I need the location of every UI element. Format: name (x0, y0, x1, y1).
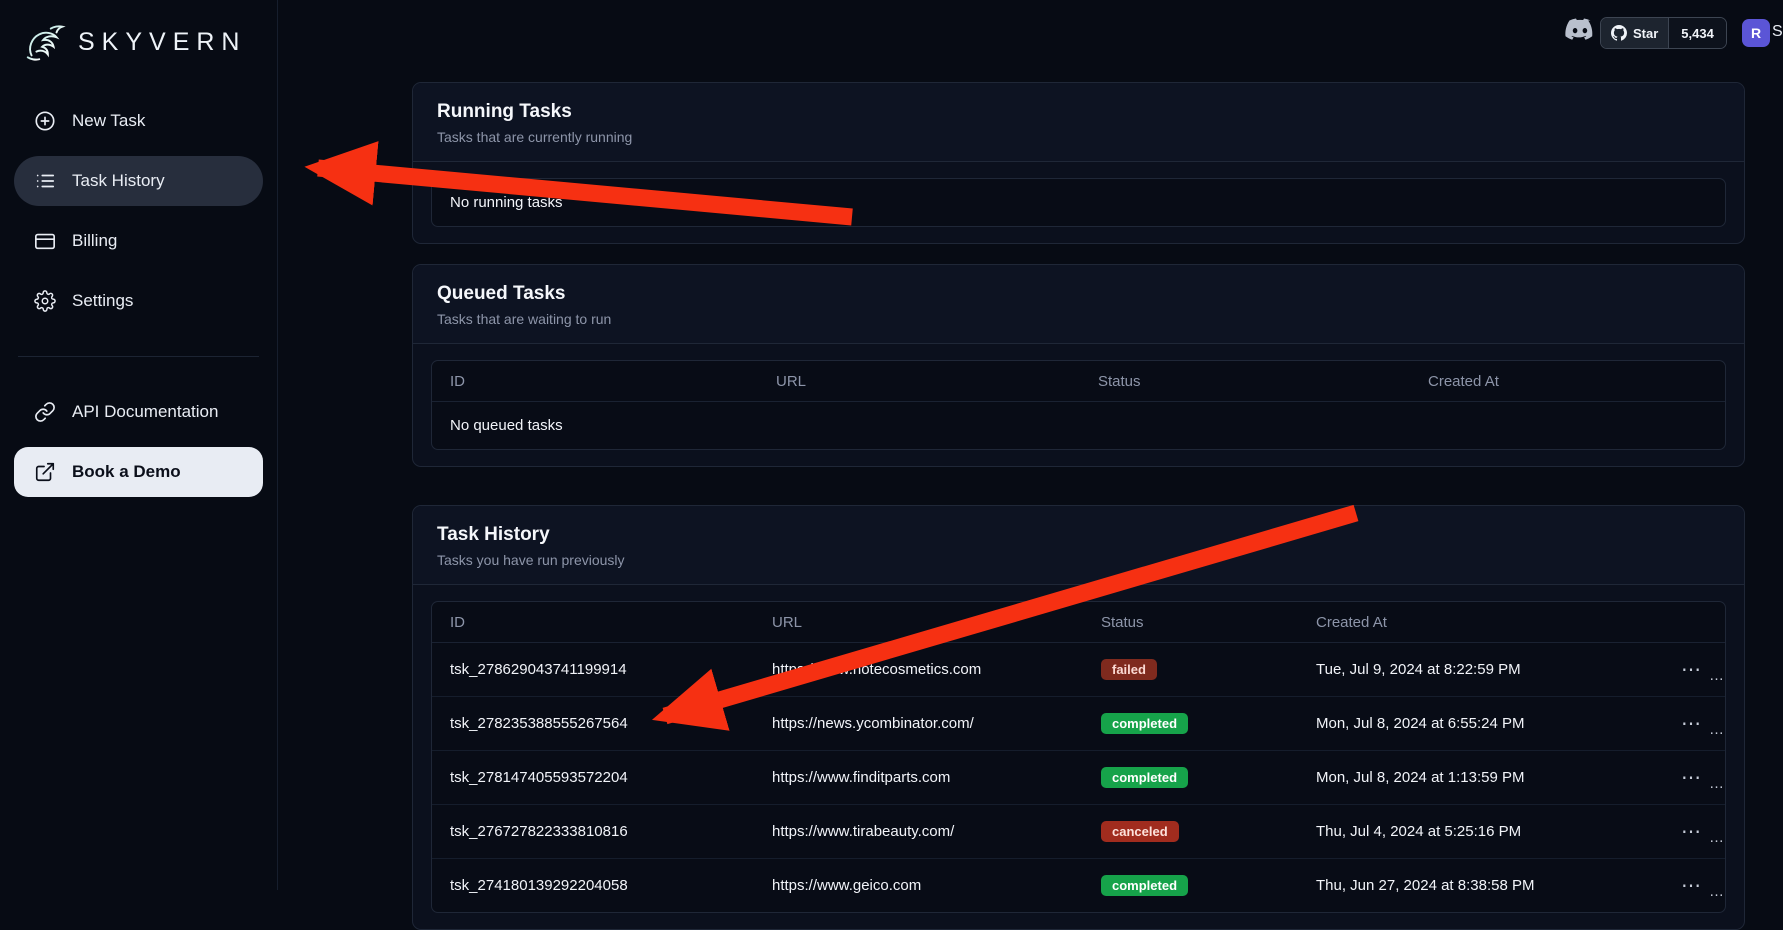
sidebar-item-label: Billing (72, 231, 117, 251)
running-tasks-table: No running tasks (431, 178, 1726, 227)
user-avatar[interactable]: R (1742, 19, 1770, 47)
github-icon (1611, 25, 1627, 41)
column-header-id: ID (432, 373, 758, 390)
card-title: Running Tasks (437, 101, 1720, 123)
row-menu-button[interactable]: ⋯ (1673, 766, 1709, 790)
column-header-status: Status (1080, 373, 1410, 390)
card-title: Task History (437, 524, 1720, 546)
empty-state-text: No queued tasks (432, 402, 1725, 449)
github-star-button[interactable]: Star (1601, 18, 1668, 48)
card-subtitle: Tasks you have run previously (437, 552, 1720, 568)
skyvern-dragon-icon (22, 19, 68, 65)
table-header-row: ID URL Status Created At (432, 602, 1725, 643)
row-menu-button[interactable]: ⋯ (1673, 712, 1709, 736)
sidebar-item-new-task[interactable]: New Task (14, 96, 263, 146)
task-created-at: Thu, Jul 4, 2024 at 5:25:16 PM (1298, 823, 1655, 840)
card-subtitle: Tasks that are currently running (437, 129, 1720, 145)
column-header-status: Status (1083, 614, 1298, 631)
card-subtitle: Tasks that are waiting to run (437, 311, 1720, 327)
sidebar-item-label: New Task (72, 111, 145, 131)
queued-tasks-table: ID URL Status Created At No queued tasks (431, 360, 1726, 450)
sidebar-item-settings[interactable]: Settings (14, 276, 263, 326)
task-history-header: Task History Tasks you have run previous… (413, 506, 1744, 585)
task-created-at: Mon, Jul 8, 2024 at 6:55:24 PM (1298, 715, 1655, 732)
brand-logo[interactable]: SKYVERN (22, 14, 263, 70)
table-row[interactable]: tsk_278629043741199914 https://www.notec… (432, 643, 1725, 697)
task-id: tsk_278147405593572204 (432, 769, 754, 786)
task-created-at: Mon, Jul 8, 2024 at 1:13:59 PM (1298, 769, 1655, 786)
plus-circle-icon (34, 110, 56, 132)
card-title: Queued Tasks (437, 283, 1720, 305)
task-id: tsk_278629043741199914 (432, 661, 754, 678)
topbar: Star 5,434 R S (278, 0, 1783, 64)
status-badge: completed (1101, 713, 1188, 734)
sidebar-item-label: Book a Demo (72, 462, 181, 482)
book-a-demo-button[interactable]: Book a Demo (14, 447, 263, 497)
user-label-truncated: S (1772, 23, 1783, 41)
status-badge: failed (1101, 659, 1157, 680)
table-row[interactable]: tsk_276727822333810816 https://www.tirab… (432, 805, 1725, 859)
empty-state-text: No running tasks (432, 179, 1725, 226)
row-menu-button[interactable]: ⋯ (1673, 820, 1709, 844)
running-tasks-card: Running Tasks Tasks that are currently r… (412, 82, 1745, 244)
external-link-icon (34, 461, 56, 483)
sidebar-item-label: Settings (72, 291, 133, 311)
column-header-url: URL (754, 614, 1083, 631)
brand-name: SKYVERN (78, 28, 246, 57)
task-url: https://www.geico.com (754, 877, 1083, 894)
gear-icon (34, 290, 56, 312)
row-menu-button[interactable]: ⋯ (1673, 658, 1709, 682)
table-header-row: ID URL Status Created At (432, 361, 1725, 402)
task-created-at: Tue, Jul 9, 2024 at 8:22:59 PM (1298, 661, 1655, 678)
sidebar-item-label: API Documentation (72, 402, 218, 422)
column-header-url: URL (758, 373, 1080, 390)
running-tasks-header: Running Tasks Tasks that are currently r… (413, 83, 1744, 162)
sidebar-item-api-documentation[interactable]: API Documentation (14, 387, 263, 437)
column-header-created-at: Created At (1410, 373, 1725, 390)
github-star-label: Star (1633, 26, 1658, 41)
sidebar-divider (18, 356, 259, 357)
list-icon (34, 170, 56, 192)
task-url: https://www.finditparts.com (754, 769, 1083, 786)
row-menu-button[interactable]: ⋯ (1673, 874, 1709, 898)
task-id: tsk_274180139292204058 (432, 877, 754, 894)
sidebar-item-label: Task History (72, 171, 165, 191)
status-badge: completed (1101, 767, 1188, 788)
task-url: https://www.tirabeauty.com/ (754, 823, 1083, 840)
main-content: Running Tasks Tasks that are currently r… (412, 82, 1745, 930)
task-id: tsk_276727822333810816 (432, 823, 754, 840)
task-url: https://news.ycombinator.com/ (754, 715, 1083, 732)
task-id: tsk_278235388555267564 (432, 715, 754, 732)
table-row[interactable]: tsk_274180139292204058 https://www.geico… (432, 859, 1725, 912)
github-star-count[interactable]: 5,434 (1668, 18, 1726, 48)
status-badge: canceled (1101, 821, 1179, 842)
status-badge: completed (1101, 875, 1188, 896)
table-row[interactable]: tsk_278235388555267564 https://news.ycom… (432, 697, 1725, 751)
sidebar-item-task-history[interactable]: Task History (14, 156, 263, 206)
github-star-widget[interactable]: Star 5,434 (1600, 17, 1727, 49)
discord-icon[interactable] (1564, 18, 1596, 46)
column-header-id: ID (432, 614, 754, 631)
link-icon (34, 401, 56, 423)
queued-tasks-header: Queued Tasks Tasks that are waiting to r… (413, 265, 1744, 344)
sidebar: SKYVERN New Task Task History Billing (0, 0, 278, 890)
task-history-card: Task History Tasks you have run previous… (412, 505, 1745, 930)
sidebar-item-billing[interactable]: Billing (14, 216, 263, 266)
credit-card-icon (34, 230, 56, 252)
column-header-created-at: Created At (1298, 614, 1655, 631)
task-url: https://www.notecosmetics.com (754, 661, 1083, 678)
task-history-table: ID URL Status Created At tsk_27862904374… (431, 601, 1726, 913)
sidebar-nav: New Task Task History Billing Settings (14, 96, 263, 497)
task-created-at: Thu, Jun 27, 2024 at 8:38:58 PM (1298, 877, 1655, 894)
queued-tasks-card: Queued Tasks Tasks that are waiting to r… (412, 264, 1745, 467)
table-row[interactable]: tsk_278147405593572204 https://www.findi… (432, 751, 1725, 805)
